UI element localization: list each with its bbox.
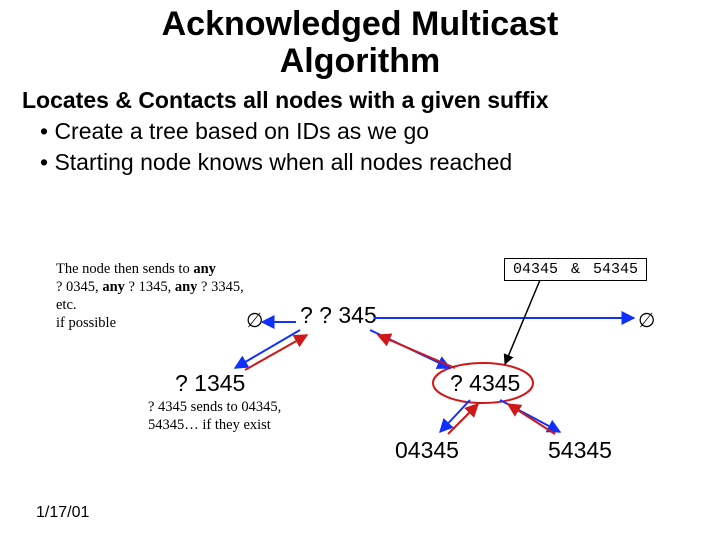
node-right: ? 4345 bbox=[450, 370, 520, 397]
slide-subtitle: Locates & Contacts all nodes with a give… bbox=[22, 87, 720, 114]
footer-date: 1/17/01 bbox=[36, 504, 89, 522]
note1-bold2: any bbox=[102, 279, 128, 295]
title-line-1: Acknowledged Multicast bbox=[162, 5, 559, 43]
slide: Acknowledged Multicast Algorithm Locates… bbox=[0, 0, 720, 540]
title-line-2: Algorithm bbox=[280, 42, 441, 80]
slide-title: Acknowledged Multicast Algorithm bbox=[0, 0, 720, 81]
note2-line2: 54345… if they exist bbox=[148, 417, 271, 433]
note2-line1: ? 4345 sends to 04345, bbox=[148, 399, 281, 415]
note-4345-sends: ? 4345 sends to 04345, 54345… if they ex… bbox=[148, 398, 308, 434]
node-left: ? 1345 bbox=[175, 370, 245, 397]
empty-set-icon: ∅ bbox=[638, 308, 655, 333]
box-ids: 04345 & 54345 bbox=[504, 258, 647, 281]
note1-bold1: any bbox=[193, 261, 216, 277]
node-right-left: 04345 bbox=[395, 437, 459, 464]
note1-text5: if possible bbox=[56, 315, 116, 331]
note1-text: The node then sends to bbox=[56, 261, 193, 277]
note-send-to-any: The node then sends to any ? 0345, any ?… bbox=[56, 260, 256, 333]
node-right-right: 54345 bbox=[548, 437, 612, 464]
note1-text2: ? 0345, bbox=[56, 279, 102, 295]
empty-set-icon: ∅ bbox=[246, 308, 263, 333]
bullet-1: • Create a tree based on IDs as we go bbox=[40, 118, 720, 145]
node-root: ? ? 345 bbox=[300, 302, 377, 329]
note1-text3: ? 1345, bbox=[129, 279, 175, 295]
note1-bold3: any bbox=[175, 279, 201, 295]
bullet-2: • Starting node knows when all nodes rea… bbox=[40, 149, 720, 176]
bullet-list: • Create a tree based on IDs as we go • … bbox=[40, 118, 720, 176]
